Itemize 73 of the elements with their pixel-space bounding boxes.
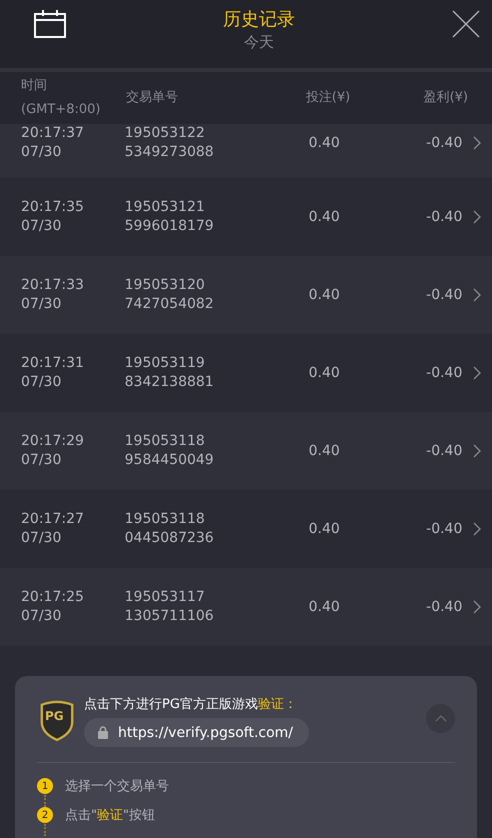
table-row[interactable]: 20:17:37 07/30 195053122 5349273088 0.40 -0.40 xyxy=(0,124,492,178)
verify-instruction: 点击下方进行PG官方正版游戏验证： xyxy=(84,696,297,714)
lock-icon xyxy=(98,726,108,739)
table-row[interactable]: 20:17:29 07/30 195053118 9584450049 0.40 -0.40 xyxy=(0,412,492,490)
bet-cell: 0.40 xyxy=(308,442,340,460)
transaction-id-cell-text: 5349273088 xyxy=(124,143,215,162)
transaction-id-cell-text: 1305711106 xyxy=(124,607,215,626)
transaction-id-cell-text: 195053122 xyxy=(124,124,206,143)
date-filter-label[interactable]: 今天 xyxy=(244,33,274,52)
date-cell-text: 07/30 xyxy=(21,295,62,314)
date-cell-text: 07/30 xyxy=(21,373,62,392)
profit-cell: -0.40 xyxy=(426,134,462,152)
bet-cell: 0.40 xyxy=(308,520,340,538)
transaction-id-cell-text: 7427054082 xyxy=(124,295,215,314)
time-cell-text: 20:17:27 xyxy=(21,510,85,529)
date-cell-text: 07/30 xyxy=(21,217,62,236)
table-row[interactable]: 20:17:33 07/30 195053120 7427054082 0.40 -0.40 xyxy=(0,256,492,334)
shield-logo xyxy=(38,698,76,742)
chevron-right-icon[interactable] xyxy=(473,210,482,224)
time-cell-text: 20:17:35 xyxy=(21,198,85,217)
bet-cell: 0.40 xyxy=(308,364,340,382)
time-cell-text: 20:17:25 xyxy=(21,588,85,607)
chevron-right-icon[interactable] xyxy=(473,288,482,302)
step-number: 1 xyxy=(37,778,53,794)
transaction-id-cell-text: 195053120 xyxy=(124,276,206,295)
chevron-right-icon[interactable] xyxy=(473,444,482,458)
transaction-id-cell-text: 5996018179 xyxy=(124,217,215,236)
transaction-id-cell-text: 195053121 xyxy=(124,198,206,217)
bet-cell: 0.40 xyxy=(308,286,340,304)
transaction-id-cell-text: 195053117 xyxy=(124,588,206,607)
transaction-id-cell-text: 195053118 xyxy=(124,510,206,529)
chevron-up-icon xyxy=(434,715,446,722)
time-cell-text: 20:17:33 xyxy=(21,276,85,295)
transaction-id-cell-text: 9584450049 xyxy=(124,451,215,470)
time-cell-text: 20:17:31 xyxy=(21,354,85,373)
table-row[interactable]: 20:17:25 07/30 195053117 1305711106 0.40 -0.40 xyxy=(0,568,492,646)
verify-url: https://verify.pgsoft.com/ xyxy=(118,724,294,740)
step-text: 点击"验证"按钮 xyxy=(65,807,155,824)
column-header: 时间 xyxy=(21,77,48,95)
column-header-note: (GMT+8:00) xyxy=(21,101,102,119)
transaction-id-cell-text: 8342138881 xyxy=(124,373,215,392)
bet-cell: 0.40 xyxy=(308,208,340,226)
profit-cell: -0.40 xyxy=(426,442,462,460)
time-cell-text: 20:17:29 xyxy=(21,432,85,451)
column-header: 盈利(¥) xyxy=(424,89,468,107)
profit-cell: -0.40 xyxy=(426,598,462,616)
chevron-right-icon[interactable] xyxy=(473,522,482,536)
transaction-id-cell-text: 195053119 xyxy=(124,354,206,373)
transaction-id-cell-text: 0445087236 xyxy=(124,529,215,548)
date-cell-text: 07/30 xyxy=(21,607,62,626)
step-number: 2 xyxy=(37,807,53,823)
close-icon[interactable] xyxy=(452,10,480,38)
profit-cell: -0.40 xyxy=(426,520,462,538)
logo-text: PG xyxy=(45,709,64,723)
column-header: 投注(¥) xyxy=(306,89,350,107)
date-cell-text: 07/30 xyxy=(21,143,62,162)
chevron-right-icon[interactable] xyxy=(473,366,482,380)
transaction-id-cell-text: 195053118 xyxy=(124,432,206,451)
calendar-icon[interactable] xyxy=(34,10,66,38)
profit-cell: -0.40 xyxy=(426,208,462,226)
date-cell-text: 07/30 xyxy=(21,451,62,470)
column-header: 交易单号 xyxy=(126,89,179,107)
chevron-right-icon[interactable] xyxy=(473,136,482,150)
page-title: 历史记录 xyxy=(223,8,295,31)
url-pill[interactable]: https://verify.pgsoft.com/ xyxy=(84,718,310,747)
time-cell-text: 20:17:37 xyxy=(21,124,85,143)
date-cell-text: 07/30 xyxy=(21,529,62,548)
step-text: 选择一个交易单号 xyxy=(65,778,169,795)
profit-cell: -0.40 xyxy=(426,286,462,304)
bet-cell: 0.40 xyxy=(308,134,340,152)
bet-cell: 0.40 xyxy=(308,598,340,616)
chevron-right-icon[interactable] xyxy=(473,600,482,614)
profit-cell: -0.40 xyxy=(426,364,462,382)
